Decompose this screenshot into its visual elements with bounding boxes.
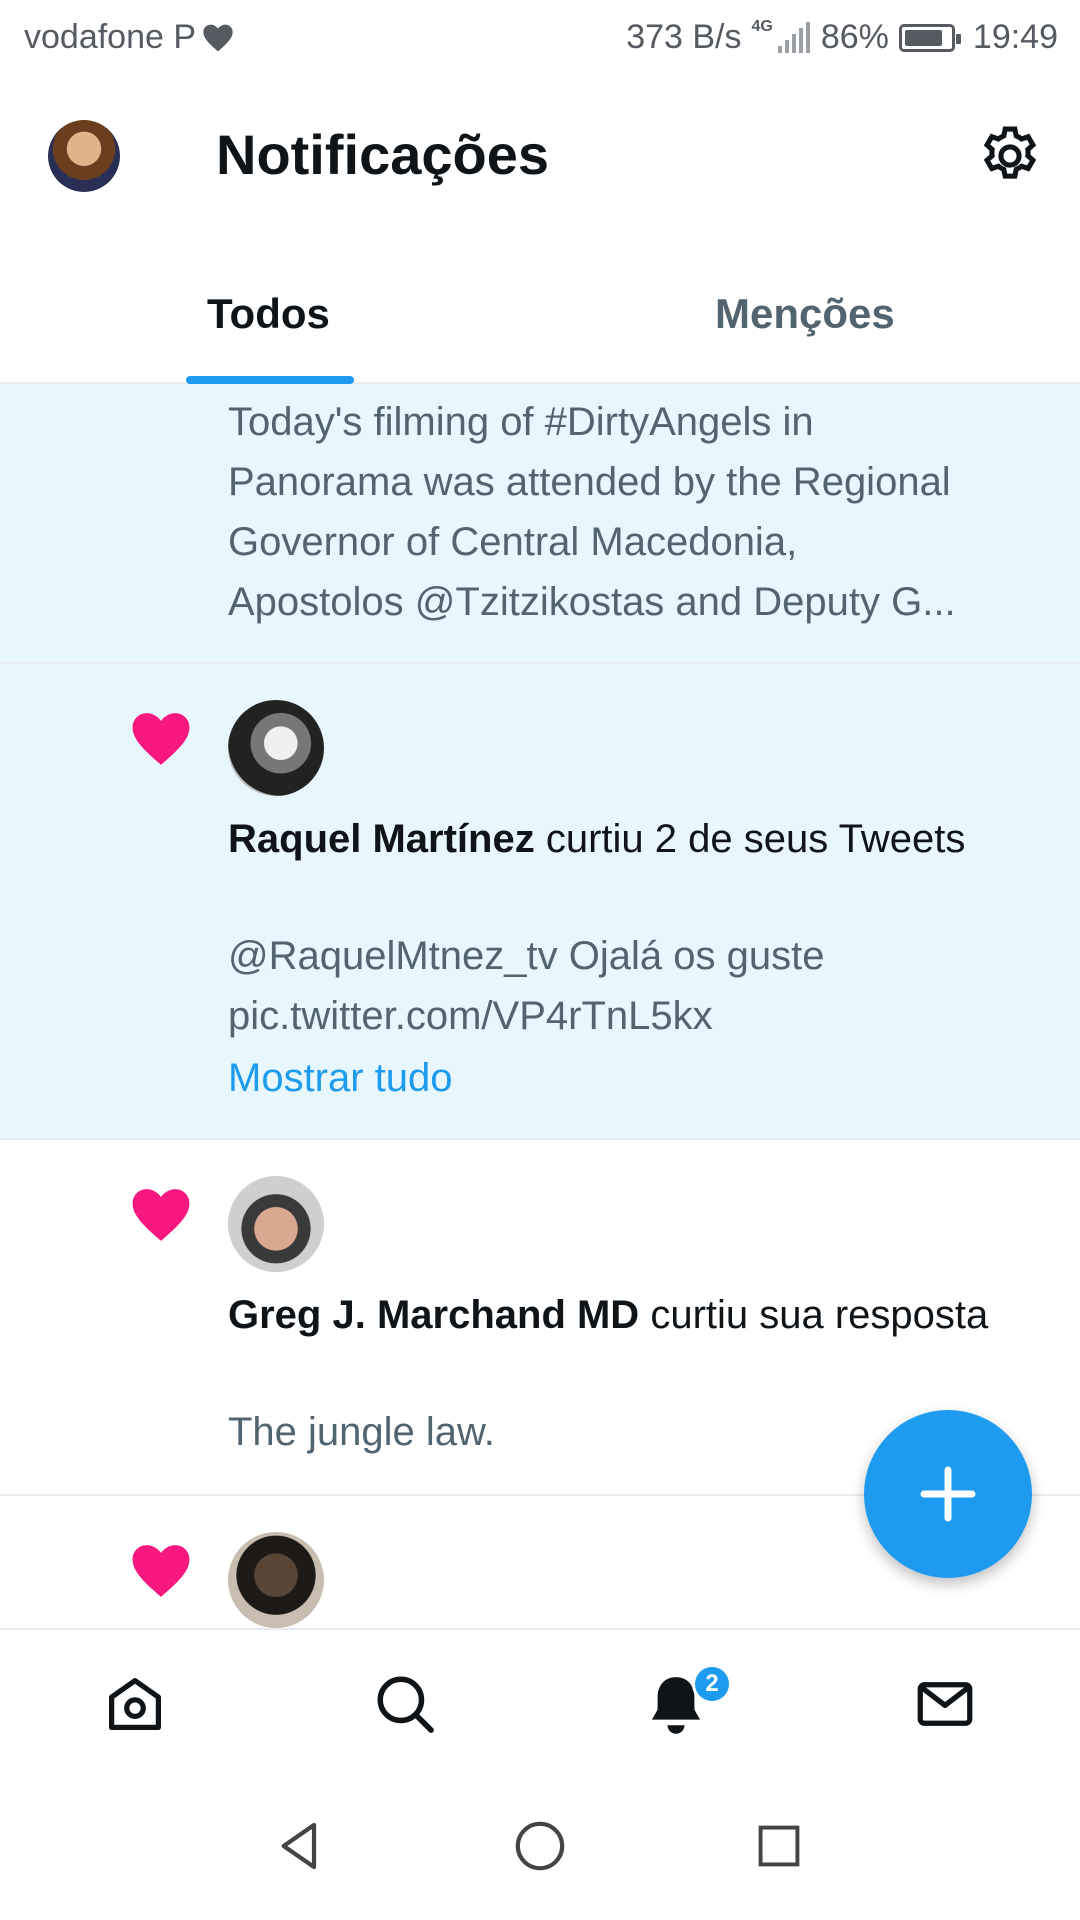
heart-icon bbox=[132, 713, 190, 765]
settings-button[interactable] bbox=[976, 122, 1044, 190]
mail-icon bbox=[917, 1682, 973, 1726]
gear-icon bbox=[983, 126, 1037, 179]
action-text: curtiu 2 de seus Tweets bbox=[534, 817, 966, 861]
header: Notificações bbox=[0, 76, 1080, 236]
system-back-button[interactable] bbox=[264, 1810, 336, 1882]
battery-icon bbox=[898, 23, 961, 52]
user-name[interactable]: Greg J. Marchand MD bbox=[228, 1293, 639, 1337]
system-recents-button[interactable] bbox=[743, 1810, 815, 1882]
tweet-preview: @RaquelMtnez_tv Ojalá os guste pic.twitt… bbox=[228, 926, 1038, 1046]
plus-icon bbox=[920, 1466, 976, 1522]
nav-messages[interactable] bbox=[905, 1664, 985, 1744]
notification-badge: 2 bbox=[692, 1664, 732, 1704]
bottom-nav: 2 bbox=[0, 1628, 1080, 1776]
tweet-line: Apostolos @Tzitzikostas and Deputy G... bbox=[228, 580, 956, 624]
profile-avatar[interactable] bbox=[48, 120, 120, 192]
system-nav-bar bbox=[0, 1776, 1080, 1920]
heart-icon bbox=[132, 1545, 190, 1597]
tweet-line: Today's filming of #DirtyAngels in bbox=[228, 400, 814, 444]
action-text: curtiu sua resposta bbox=[639, 1293, 989, 1337]
user-name[interactable]: Raquel Martínez bbox=[228, 817, 535, 861]
status-bar: vodafone P 373 B/s 4G 86% 19:49 bbox=[0, 0, 1080, 76]
tweet-line: Panorama was attended by the Regional bbox=[228, 460, 951, 504]
signal-icon bbox=[777, 21, 810, 53]
system-home-button[interactable] bbox=[504, 1810, 576, 1882]
avatar[interactable] bbox=[228, 700, 324, 796]
compose-button[interactable] bbox=[864, 1410, 1032, 1578]
tab-todos[interactable]: Todos bbox=[207, 290, 330, 338]
recents-square-icon bbox=[758, 1825, 800, 1867]
tab-bar: Todos Menções bbox=[0, 236, 1080, 384]
notification-item[interactable]: Today's filming of #DirtyAngels in Panor… bbox=[0, 384, 1080, 664]
back-triangle-icon bbox=[281, 1822, 317, 1870]
search-icon bbox=[377, 1676, 434, 1733]
avatar[interactable] bbox=[228, 1532, 324, 1628]
status-indicators: 373 B/s 4G 86% 19:49 bbox=[626, 18, 1058, 57]
carrier-info: vodafone P bbox=[24, 18, 234, 57]
tweet-line: Governor of Central Macedonia, bbox=[228, 520, 798, 564]
page-title: Notificações bbox=[216, 123, 549, 186]
tweet-line: @RaquelMtnez_tv Ojalá os guste bbox=[228, 934, 825, 978]
battery-percent: 86% bbox=[820, 18, 889, 56]
home-circle-icon bbox=[515, 1821, 565, 1871]
tab-mentions[interactable]: Menções bbox=[715, 290, 895, 338]
notification-text: Greg J. Marchand MD curtiu sua resposta bbox=[228, 1286, 1038, 1344]
heart-icon bbox=[132, 1189, 190, 1241]
show-all-link[interactable]: Mostrar tudo bbox=[228, 1056, 453, 1101]
carrier-name: vodafone P bbox=[24, 18, 197, 56]
tweet-line: pic.twitter.com/VP4rTnL5kx bbox=[228, 994, 713, 1038]
notification-item[interactable]: Raquel Martínez curtiu 2 de seus Tweets … bbox=[0, 664, 1080, 1140]
nav-search[interactable] bbox=[365, 1664, 445, 1744]
heart-status-icon bbox=[203, 24, 233, 51]
avatar[interactable] bbox=[228, 1176, 324, 1272]
net-speed: 373 B/s bbox=[626, 18, 742, 56]
active-tab-indicator bbox=[186, 376, 354, 384]
clock: 19:49 bbox=[972, 18, 1058, 56]
tweet-preview: Today's filming of #DirtyAngels in Panor… bbox=[228, 392, 1038, 632]
home-icon bbox=[109, 1678, 161, 1730]
notification-text: Raquel Martínez curtiu 2 de seus Tweets bbox=[228, 810, 1038, 868]
network-type: 4G bbox=[751, 18, 773, 35]
nav-home[interactable] bbox=[95, 1664, 175, 1744]
